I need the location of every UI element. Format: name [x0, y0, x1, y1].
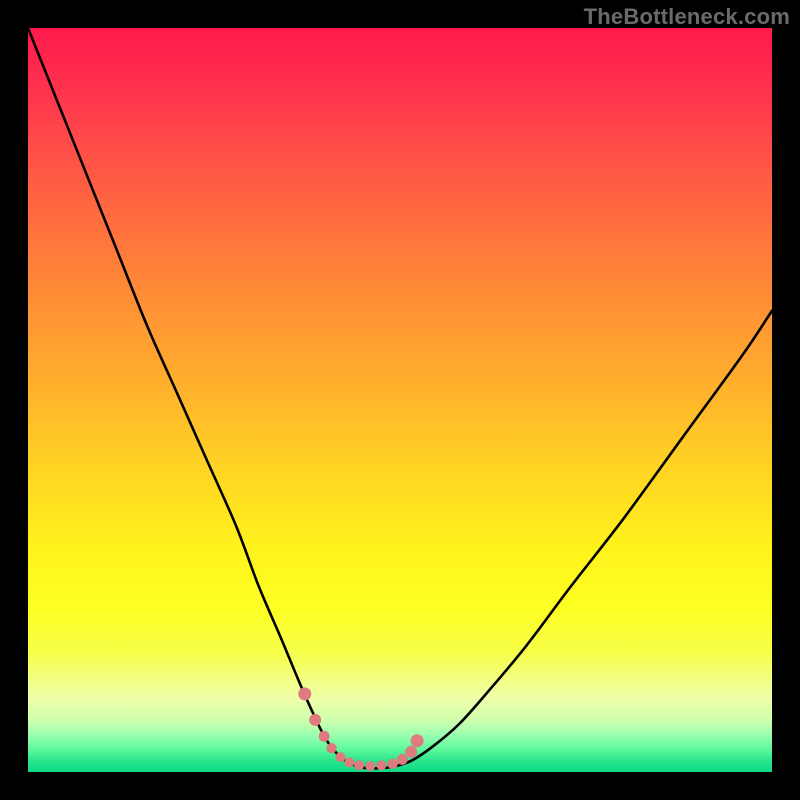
- optimal-marker: [319, 731, 330, 742]
- optimal-marker: [411, 734, 424, 747]
- optimal-marker: [298, 687, 311, 700]
- watermark-text: TheBottleneck.com: [584, 4, 790, 30]
- chart-svg: [28, 28, 772, 772]
- optimal-marker: [387, 759, 397, 769]
- plot-area: [28, 28, 772, 772]
- bottleneck-curve: [28, 28, 772, 768]
- optimal-marker: [397, 754, 408, 765]
- optimal-marker: [405, 746, 417, 758]
- optimal-marker: [365, 761, 375, 771]
- optimal-marker: [354, 760, 364, 770]
- outer-frame: TheBottleneck.com: [0, 0, 800, 800]
- optimal-marker: [326, 743, 336, 753]
- curve-layer: [28, 28, 772, 768]
- optimal-marker: [335, 752, 345, 762]
- optimal-range-markers: [298, 687, 423, 771]
- optimal-marker: [376, 760, 386, 770]
- optimal-marker: [344, 757, 354, 767]
- optimal-marker: [309, 714, 321, 726]
